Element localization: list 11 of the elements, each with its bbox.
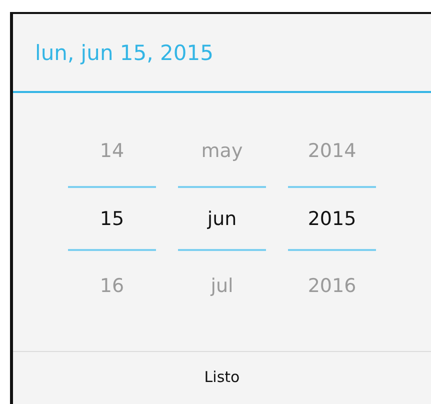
picker-value[interactable]: jun [178,186,266,251]
picker-value[interactable]: 2016 [288,251,376,321]
picker-value[interactable]: 16 [68,251,156,321]
picker-value[interactable]: jul [178,251,266,321]
dialog-title: lun, jun 15, 2015 [35,40,214,64]
done-button[interactable]: Listo [180,360,264,394]
picker-value[interactable]: may [178,116,266,186]
picker-value[interactable]: 2015 [288,186,376,251]
picker-value[interactable]: 14 [68,116,156,186]
picker-value[interactable]: 15 [68,186,156,251]
picker-value[interactable]: 2014 [288,116,376,186]
